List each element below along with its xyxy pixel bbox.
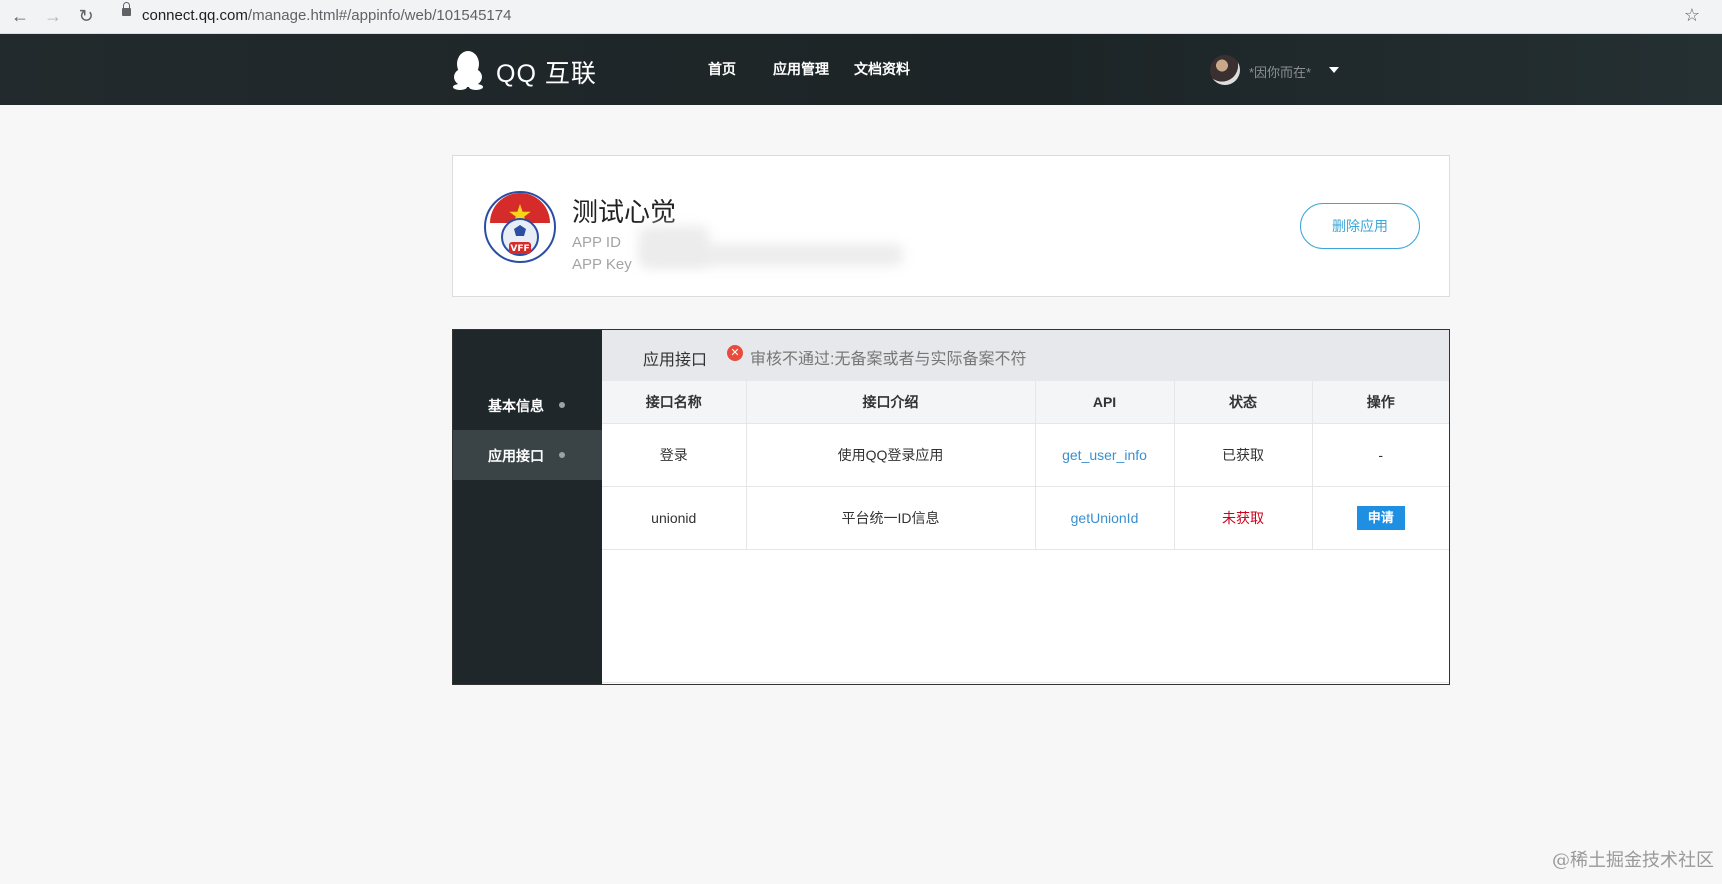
review-status-text: 审核不通过:无备案或者与实际备案不符 xyxy=(750,351,1027,368)
redacted-app-key xyxy=(643,244,903,266)
column-header: API xyxy=(1035,381,1175,424)
content-header: 应用接口 ✕ 审核不通过:无备案或者与实际备案不符 xyxy=(602,330,1449,381)
column-header: 操作 xyxy=(1312,381,1449,424)
site-header: QQ 互联 首页 应用管理 文档资料 *因你而在* xyxy=(0,34,1722,105)
browser-toolbar: ← → ↻ connect.qq.com/manage.html#/appinf… xyxy=(0,0,1722,34)
nav-home[interactable]: 首页 xyxy=(708,59,736,79)
sidebar-item-basic-info[interactable]: 基本信息 xyxy=(453,380,602,430)
forward-arrow-icon[interactable]: → xyxy=(42,5,64,27)
dot-icon xyxy=(559,452,565,458)
dot-icon xyxy=(559,402,565,408)
back-arrow-icon[interactable]: ← xyxy=(9,5,31,27)
status-text: 未获取 xyxy=(1222,510,1264,526)
error-icon: ✕ xyxy=(727,345,743,361)
interface-description: 使用QQ登录应用 xyxy=(746,423,1036,487)
reload-icon[interactable]: ↻ xyxy=(75,5,97,27)
avatar xyxy=(1210,55,1240,85)
table-row: unionid 平台统一ID信息 getUnionId 未获取 申请 xyxy=(602,486,1449,550)
app-detail-panel: 基本信息 应用接口 应用接口 ✕ 审核不通过:无备案或者与实际备案不符 接口名称… xyxy=(452,329,1450,685)
sidebar-item-label: 应用接口 xyxy=(488,448,544,464)
content-area: 应用接口 ✕ 审核不通过:无备案或者与实际备案不符 接口名称 接口介绍 API … xyxy=(602,330,1449,684)
app-info-card: VFF 测试心觉 APP ID APP Key 删除应用 xyxy=(452,155,1450,297)
interface-description: 平台统一ID信息 xyxy=(746,486,1036,550)
interface-name: 登录 xyxy=(602,423,747,487)
bookmark-star-icon[interactable]: ☆ xyxy=(1684,5,1700,26)
nav-documents[interactable]: 文档资料 xyxy=(854,59,910,79)
username: *因你而在* xyxy=(1249,65,1312,80)
qq-penguin-icon xyxy=(453,51,483,90)
column-header: 状态 xyxy=(1174,381,1313,424)
api-link[interactable]: get_user_info xyxy=(1062,447,1147,463)
table-header-row: 接口名称 接口介绍 API 状态 操作 xyxy=(602,381,1449,424)
column-header: 接口介绍 xyxy=(746,381,1036,424)
qq-connect-logo[interactable]: QQ 互联 xyxy=(452,48,612,92)
action-placeholder: - xyxy=(1312,423,1449,487)
lock-icon xyxy=(122,2,131,16)
url-host: connect.qq.com xyxy=(142,7,248,24)
table-row: 登录 使用QQ登录应用 get_user_info 已获取 - xyxy=(602,423,1449,487)
watermark-text: @稀土掘金技术社区 xyxy=(1552,850,1714,871)
interface-name: unionid xyxy=(602,486,747,550)
nav-app-management[interactable]: 应用管理 xyxy=(773,59,829,79)
column-header: 接口名称 xyxy=(602,381,747,424)
content-title: 应用接口 xyxy=(643,352,708,369)
apply-button[interactable]: 申请 xyxy=(1356,506,1405,530)
url-text[interactable]: connect.qq.com/manage.html#/appinfo/web/… xyxy=(142,7,511,24)
app-logo: VFF xyxy=(484,191,556,263)
caret-down-icon xyxy=(1329,67,1339,73)
app-name: 测试心觉 xyxy=(572,197,677,227)
sidebar-item-label: 基本信息 xyxy=(488,398,544,414)
address-bar[interactable]: connect.qq.com/manage.html#/appinfo/web/… xyxy=(108,2,1708,29)
sidebar-item-app-interface[interactable]: 应用接口 xyxy=(453,430,602,480)
logo-text: QQ 互联 xyxy=(496,60,597,88)
app-logo-text: VFF xyxy=(510,244,529,254)
app-key-label: APP Key xyxy=(572,256,632,273)
api-link[interactable]: getUnionId xyxy=(1071,510,1139,526)
sidebar: 基本信息 应用接口 xyxy=(453,330,602,684)
api-table: 接口名称 接口介绍 API 状态 操作 登录 使用QQ登录应用 get_user… xyxy=(602,381,1449,550)
delete-app-button[interactable]: 删除应用 xyxy=(1300,203,1420,249)
app-id-label: APP ID xyxy=(572,234,621,251)
divider xyxy=(602,682,1449,683)
url-path: /manage.html#/appinfo/web/101545174 xyxy=(247,7,512,24)
status-text: 已获取 xyxy=(1174,423,1313,487)
